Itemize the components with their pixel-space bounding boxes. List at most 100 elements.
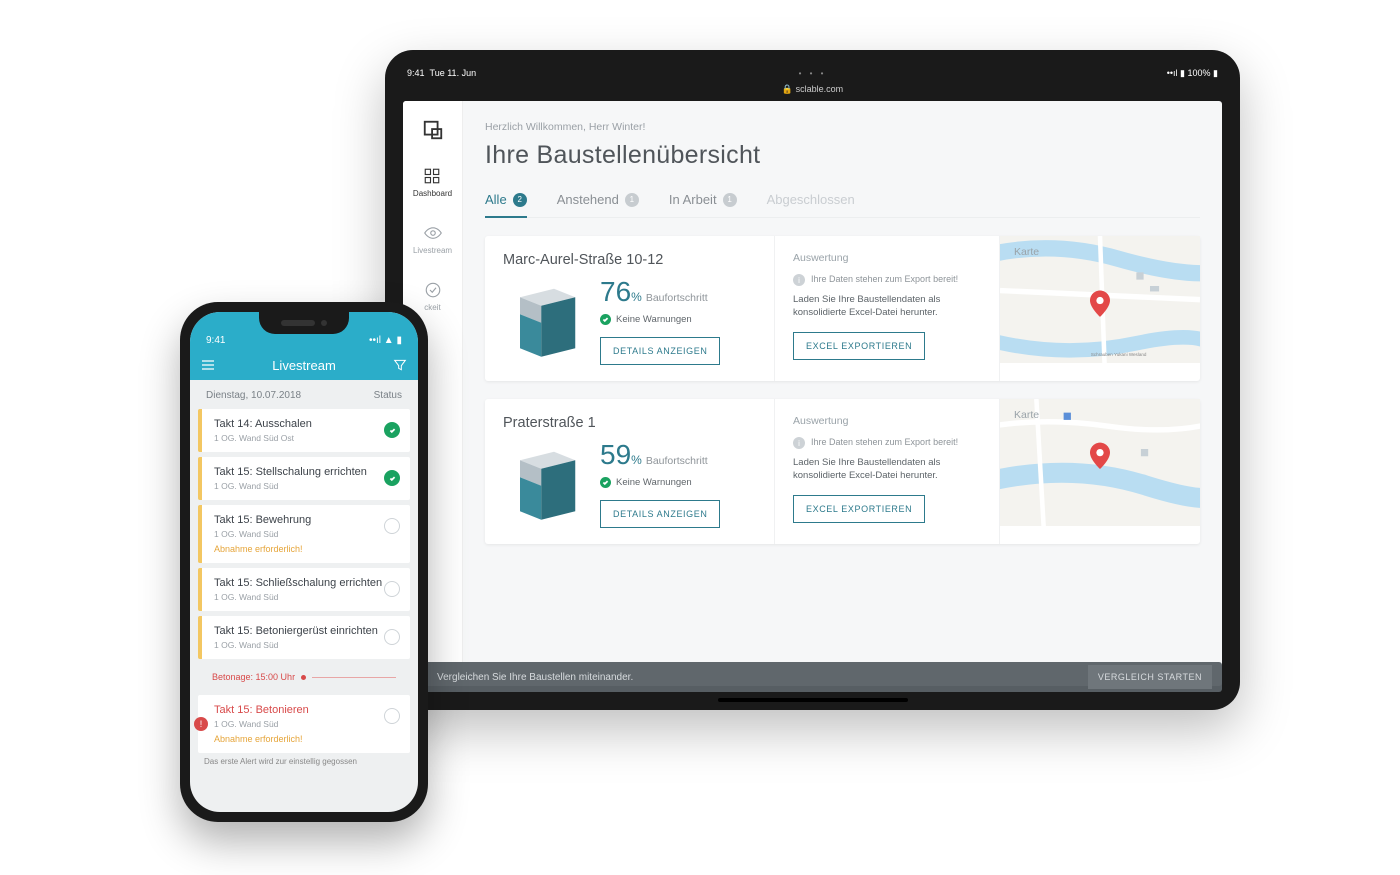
tablet-screen: Dashboard Livestream ckeit Herzlich Will…: [403, 101, 1222, 686]
project-name: Marc-Aurel-Straße 10-12: [503, 252, 756, 268]
phone-time: 9:41: [206, 335, 225, 346]
divider-dot-icon: [301, 675, 306, 680]
tablet-time: 9:41: [407, 68, 425, 78]
task-sub: 1 OG. Wand Süd: [214, 592, 384, 602]
footer-bar: Vergleichen Sie Ihre Baustellen miteinan…: [403, 662, 1222, 692]
export-desc: Laden Sie Ihre Baustellendaten als konso…: [793, 457, 981, 483]
tablet-device: 9:41 Tue 11. Jun • • • ••ıl ▮ 100% ▮ 🔒 s…: [385, 50, 1240, 710]
filter-icon[interactable]: [392, 357, 408, 373]
status-done-icon[interactable]: [384, 470, 400, 486]
tab-pending[interactable]: Anstehend 1: [557, 192, 639, 217]
project-card: Praterstraße 1 59% Baufortschritt Keine W…: [485, 399, 1200, 544]
nav-livestream[interactable]: Livestream: [413, 224, 452, 255]
task-title: Takt 15: Bewehrung: [214, 514, 384, 526]
check-circle-icon: [424, 281, 442, 299]
export-button[interactable]: EXCEL EXPORTIEREN: [793, 495, 925, 523]
task-list[interactable]: Takt 14: Ausschalen1 OG. Wand Süd Ost Ta…: [190, 409, 418, 753]
tab-all-badge: 2: [513, 193, 527, 207]
status-open-icon[interactable]: [384, 581, 400, 597]
info-icon: i: [793, 274, 805, 286]
export-desc: Laden Sie Ihre Baustellendaten als konso…: [793, 294, 981, 320]
task-sub: 1 OG. Wand Süd Ost: [214, 433, 384, 443]
compare-button[interactable]: VERGLEICH STARTEN: [1088, 665, 1212, 689]
truncated-text: Das erste Alert wird zur einstellig gego…: [190, 753, 418, 766]
time-divider: Betonage: 15:00 Uhr: [198, 668, 410, 686]
tab-progress[interactable]: In Arbeit 1: [669, 192, 737, 217]
task-item[interactable]: Takt 15: Bewehrung 1 OG. Wand Süd Abnahme …: [198, 505, 410, 563]
export-button[interactable]: EXCEL EXPORTIEREN: [793, 332, 925, 360]
eye-icon: [424, 224, 442, 242]
project-name: Praterstraße 1: [503, 415, 756, 431]
tab-done-label: Abgeschlossen: [767, 192, 855, 207]
task-item[interactable]: Takt 15: Stellschalung errichten 1 OG. Wa…: [198, 457, 410, 500]
task-title: Takt 15: Betoniergerüst einrichten: [214, 625, 384, 637]
map-caption: Schrauben Yukani Wesland: [1091, 352, 1147, 357]
status-open-icon[interactable]: [384, 708, 400, 724]
task-title: Takt 15: Schließschalung errichten: [214, 577, 384, 589]
tab-all[interactable]: Alle 2: [485, 192, 527, 217]
details-button[interactable]: DETAILS ANZEIGEN: [600, 337, 720, 365]
nav-item3-label: ckeit: [424, 303, 440, 312]
task-sub: 1 OG. Wand Süd: [214, 640, 384, 650]
tab-pending-badge: 1: [625, 193, 639, 207]
task-title: Takt 15: Betonieren: [214, 704, 384, 716]
check-icon: [600, 314, 611, 325]
tablet-date: Tue 11. Jun: [430, 68, 477, 78]
project-card: Marc-Aurel-Straße 10-12 76%Baufortschrit…: [485, 236, 1200, 381]
menu-icon[interactable]: [200, 357, 216, 373]
task-title: Takt 15: Stellschalung errichten: [214, 466, 384, 478]
task-item[interactable]: Takt 15: Schließschalung errichten 1 OG. …: [198, 568, 410, 611]
task-sub: 1 OG. Wand Süd: [214, 481, 384, 491]
status-open-icon[interactable]: [384, 629, 400, 645]
phone-title: Livestream: [272, 358, 336, 373]
building-icon: [503, 276, 588, 361]
progress-value: 59: [600, 439, 631, 470]
phone-device: 9:41 ••ıl ▲ ▮ Livestream Dienstag, 10.07…: [180, 302, 428, 822]
task-item-alert[interactable]: ! Takt 15: Betonieren1 OG. Wand SüdAbnah…: [198, 695, 410, 753]
tab-all-label: Alle: [485, 192, 507, 207]
phone-header: Livestream: [190, 350, 418, 380]
check-icon: [600, 477, 611, 488]
task-sub: 1 OG. Wand Süd: [214, 719, 384, 729]
task-warning: Abnahme erforderlich!: [214, 734, 384, 744]
phone-screen: 9:41 ••ıl ▲ ▮ Livestream Dienstag, 10.07…: [190, 312, 418, 812]
tab-pending-label: Anstehend: [557, 192, 619, 207]
nav-item-3[interactable]: ckeit: [424, 281, 442, 312]
task-warning: Abnahme erforderlich!: [214, 544, 384, 554]
no-warning-label: Keine Warnungen: [616, 477, 692, 488]
app-logo-icon: [422, 119, 444, 141]
dashboard-icon: [423, 167, 441, 185]
details-button[interactable]: DETAILS ANZEIGEN: [600, 500, 720, 528]
tab-progress-label: In Arbeit: [669, 192, 717, 207]
map-section-label: Karte: [1014, 409, 1039, 421]
nav-dashboard[interactable]: Dashboard: [413, 167, 452, 198]
task-sub: 1 OG. Wand Süd: [214, 529, 384, 539]
status-open-icon[interactable]: [384, 518, 400, 534]
task-item[interactable]: Takt 14: Ausschalen1 OG. Wand Süd Ost: [198, 409, 410, 452]
export-ready-msg: Ihre Daten stehen zum Export bereit!: [811, 437, 958, 447]
map-section-label: Karte: [1014, 246, 1039, 258]
task-item[interactable]: Takt 15: Betoniergerüst einrichten 1 OG. …: [198, 616, 410, 659]
page-title: Ihre Baustellenübersicht: [485, 141, 1200, 170]
tablet-url: 🔒 sclable.com: [403, 82, 1222, 101]
footer-msg: Vergleichen Sie Ihre Baustellen miteinan…: [437, 672, 633, 683]
status-column-label: Status: [374, 390, 402, 401]
divider-label: Betonage: 15:00 Uhr: [212, 672, 295, 682]
status-dots: • • •: [799, 69, 827, 78]
home-indicator[interactable]: [718, 698, 908, 702]
building-icon: [503, 439, 588, 524]
tab-done[interactable]: Abgeschlossen: [767, 192, 855, 217]
progress-label: Baufortschritt: [646, 292, 708, 304]
progress-value: 76: [600, 276, 631, 307]
eval-section-label: Auswertung: [793, 252, 981, 264]
date-strip: Dienstag, 10.07.2018 Status: [190, 380, 418, 409]
progress-label: Baufortschritt: [646, 455, 708, 467]
welcome-text: Herzlich Willkommen, Herr Winter!: [485, 121, 1200, 133]
export-ready-msg: Ihre Daten stehen zum Export bereit!: [811, 274, 958, 284]
progress-pct-symbol: %: [631, 453, 642, 467]
divider-line: [312, 677, 396, 678]
alert-icon: !: [194, 717, 208, 731]
status-done-icon[interactable]: [384, 422, 400, 438]
tab-progress-badge: 1: [723, 193, 737, 207]
nav-livestream-label: Livestream: [413, 246, 452, 255]
